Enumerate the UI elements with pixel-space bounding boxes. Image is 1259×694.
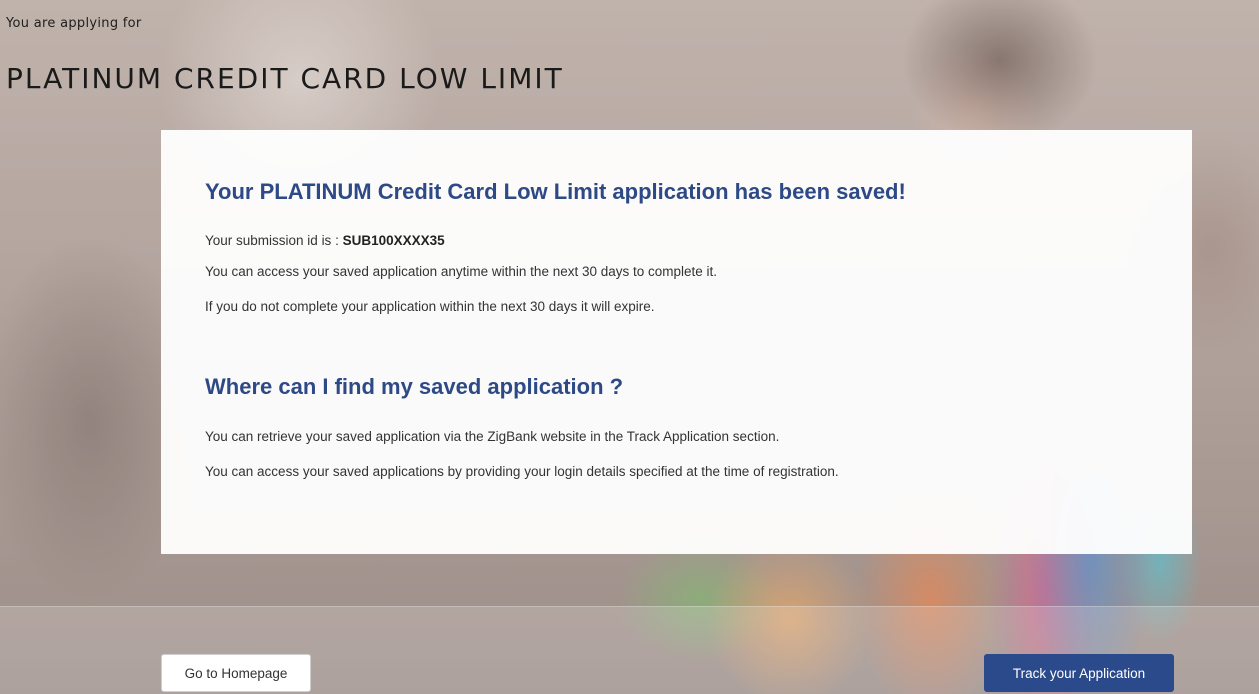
track-application-button[interactable]: Track your Application (984, 654, 1174, 692)
confirmation-card: Your PLATINUM Credit Card Low Limit appl… (161, 130, 1192, 554)
page-frame: You are applying for PLATINUM CREDIT CAR… (0, 0, 1259, 694)
submission-id-line: Your submission id is : SUB100XXXX35 (205, 233, 445, 248)
saved-heading: Your PLATINUM Credit Card Low Limit appl… (205, 179, 906, 204)
submission-id-label: Your submission id is : (205, 233, 343, 248)
submission-id-value: SUB100XXXX35 (342, 233, 445, 248)
retrieve-note: You can retrieve your saved application … (205, 429, 780, 444)
access-note: You can access your saved application an… (205, 264, 718, 279)
where-heading: Where can I find my saved application ? (205, 374, 624, 399)
applying-for-label: You are applying for (6, 16, 142, 31)
login-note: You can access your saved applications b… (205, 464, 839, 479)
expiry-note: If you do not complete your application … (205, 299, 655, 314)
go-to-homepage-button[interactable]: Go to Homepage (161, 654, 311, 692)
product-title: PLATINUM CREDIT CARD LOW LIMIT (6, 62, 564, 95)
